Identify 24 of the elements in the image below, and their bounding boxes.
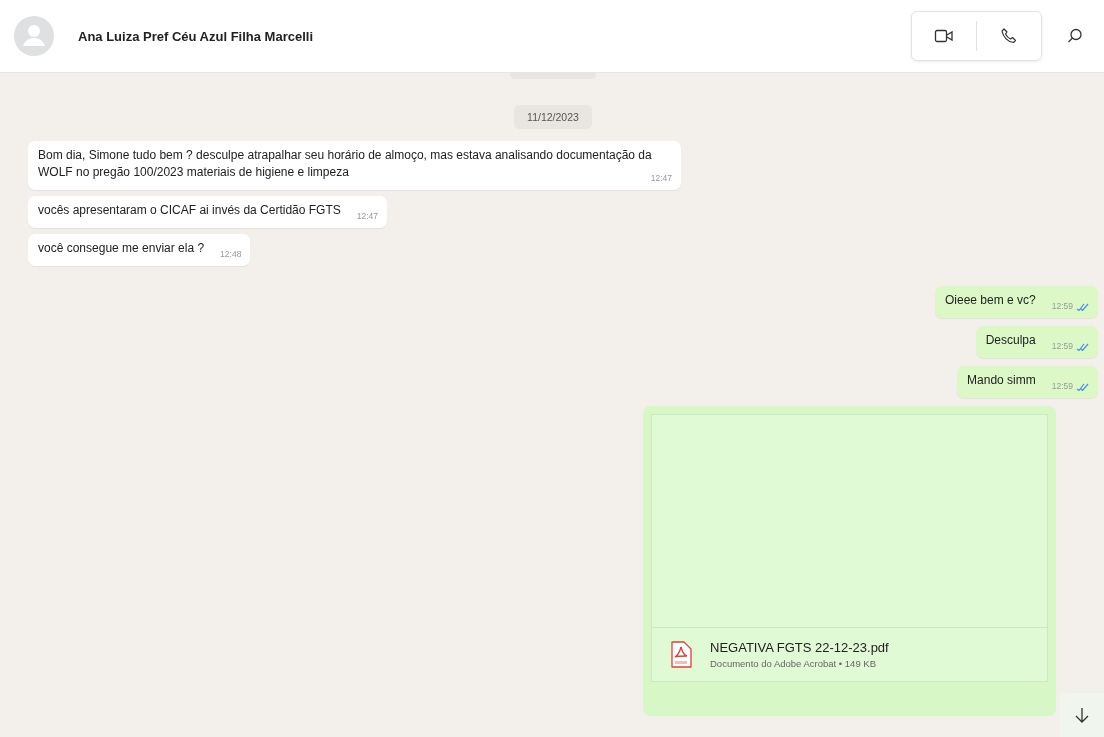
message-time: 12:59: [1051, 340, 1073, 353]
pdf-file-icon: [670, 640, 692, 669]
message-text: Oieee bem e vc?: [945, 293, 1036, 307]
message-text: Mando simm: [967, 373, 1036, 387]
message-time: 12:59: [1051, 380, 1073, 393]
message-time: 12:47: [356, 210, 379, 223]
scroll-down-button[interactable]: [1060, 693, 1104, 737]
message-text: Bom dia, Simone tudo bem ? desculpe atrapalhar seu horário de almoço, mas estava analisando documentação da WOLF no pregão 100/2023 materiais de higiene e limpeza: [38, 148, 652, 179]
message-text: Desculpa: [985, 333, 1036, 347]
file-name: NEGATIVA FGTS 22-12-23.pdf: [710, 640, 889, 655]
message-time: 12:48: [220, 248, 242, 261]
phone-icon: [1000, 27, 1018, 45]
message-text: você consegue me enviar ela ?: [38, 241, 205, 255]
video-camera-icon: [934, 28, 954, 44]
contact-name: Ana Luiza Pref Céu Azul Filha Marcelli: [78, 28, 313, 44]
file-details: Documento do Adobe Acrobat • 149 KB: [710, 658, 877, 669]
document-file[interactable]: NEGATIVA FGTS 22-12-23.pdf Documento do Adobe Acrobat • 149 KB: [651, 628, 1048, 682]
arrow-down-icon: [1073, 706, 1091, 724]
date-chip: 11/12/2023: [514, 105, 592, 129]
avatar-icon: [14, 16, 54, 56]
message-time: 12:47: [650, 172, 672, 185]
message-time: 12:59: [1051, 300, 1073, 313]
search-icon: [1066, 27, 1084, 45]
message-text: vocês apresentaram o CICAF ai invés da Certidão FGTS: [38, 203, 341, 217]
